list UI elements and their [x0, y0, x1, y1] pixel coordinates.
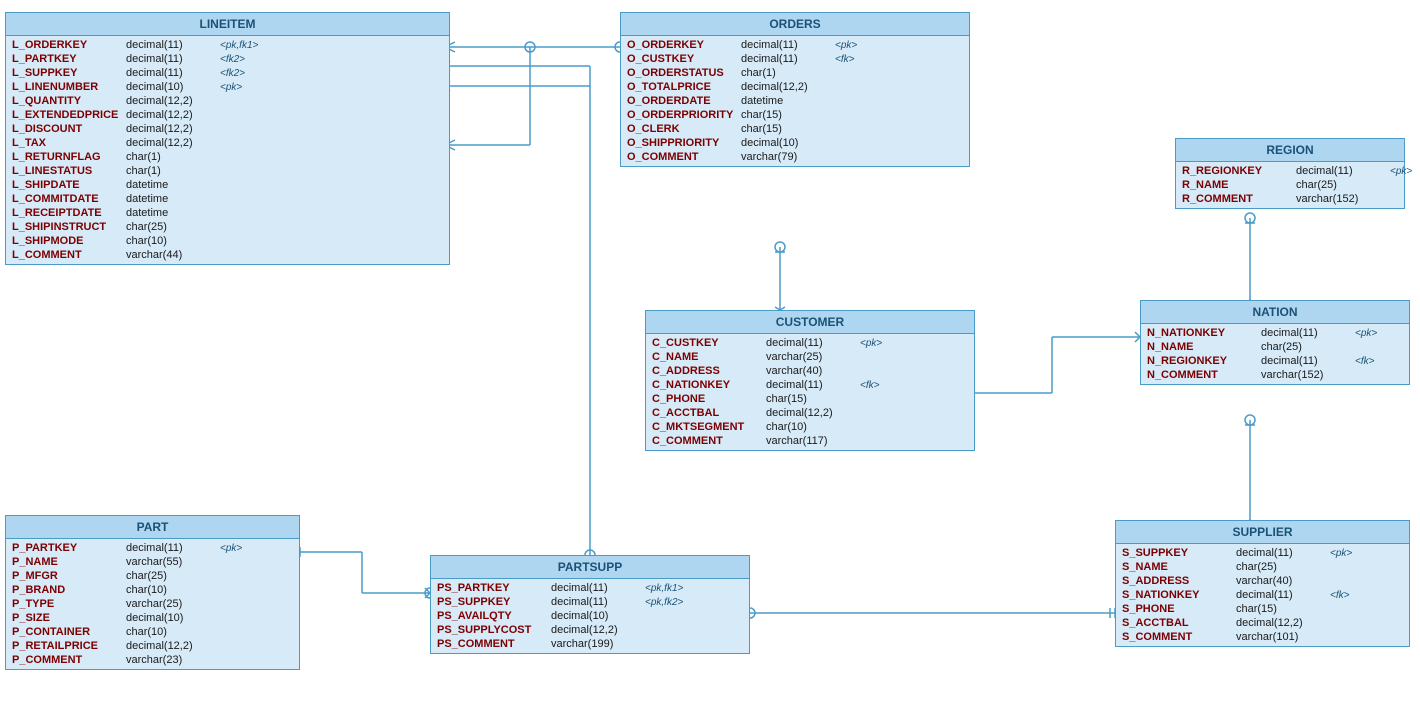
table-row: P_NAMEvarchar(55) [6, 555, 299, 569]
table-row: L_LINESTATUSchar(1) [6, 164, 449, 178]
table-row: O_CLERKchar(15) [621, 122, 969, 136]
nation-title: NATION [1141, 301, 1409, 324]
supplier-body: S_SUPPKEYdecimal(11)<pk> S_NAMEchar(25) … [1116, 544, 1409, 646]
nation-table: NATION N_NATIONKEYdecimal(11)<pk> N_NAME… [1140, 300, 1410, 385]
table-row: S_COMMENTvarchar(101) [1116, 630, 1409, 644]
customer-title: CUSTOMER [646, 311, 974, 334]
table-row: L_SHIPINSTRUCTchar(25) [6, 220, 449, 234]
table-row: P_CONTAINERchar(10) [6, 625, 299, 639]
table-row: P_TYPEvarchar(25) [6, 597, 299, 611]
region-title: REGION [1176, 139, 1404, 162]
table-row: P_MFGRchar(25) [6, 569, 299, 583]
table-row: L_ORDERKEYdecimal(11)<pk,fk1> [6, 38, 449, 52]
table-row: L_QUANTITYdecimal(12,2) [6, 94, 449, 108]
supplier-title: SUPPLIER [1116, 521, 1409, 544]
partsupp-table: PARTSUPP PS_PARTKEYdecimal(11)<pk,fk1> P… [430, 555, 750, 654]
table-row: L_TAXdecimal(12,2) [6, 136, 449, 150]
table-row: O_ORDERKEYdecimal(11)<pk> [621, 38, 969, 52]
lineitem-table: LINEITEM L_ORDERKEYdecimal(11)<pk,fk1> L… [5, 12, 450, 265]
table-row: P_PARTKEYdecimal(11)<pk> [6, 541, 299, 555]
table-row: P_SIZEdecimal(10) [6, 611, 299, 625]
table-row: S_ACCTBALdecimal(12,2) [1116, 616, 1409, 630]
table-row: PS_PARTKEYdecimal(11)<pk,fk1> [431, 581, 749, 595]
table-row: L_RECEIPTDATEdatetime [6, 206, 449, 220]
table-row: L_RETURNFLAGchar(1) [6, 150, 449, 164]
table-row: C_CUSTKEYdecimal(11)<pk> [646, 336, 974, 350]
orders-table: ORDERS O_ORDERKEYdecimal(11)<pk> O_CUSTK… [620, 12, 970, 167]
table-row: P_RETAILPRICEdecimal(12,2) [6, 639, 299, 653]
table-row: C_ADDRESSvarchar(40) [646, 364, 974, 378]
part-body: P_PARTKEYdecimal(11)<pk> P_NAMEvarchar(5… [6, 539, 299, 669]
table-row: L_COMMENTvarchar(44) [6, 248, 449, 262]
table-row: O_SHIPPRIORITYdecimal(10) [621, 136, 969, 150]
table-row: L_LINENUMBERdecimal(10)<pk> [6, 80, 449, 94]
partsupp-body: PS_PARTKEYdecimal(11)<pk,fk1> PS_SUPPKEY… [431, 579, 749, 653]
supplier-table: SUPPLIER S_SUPPKEYdecimal(11)<pk> S_NAME… [1115, 520, 1410, 647]
table-row: L_DISCOUNTdecimal(12,2) [6, 122, 449, 136]
table-row: N_NATIONKEYdecimal(11)<pk> [1141, 326, 1409, 340]
table-row: L_SHIPDATEdatetime [6, 178, 449, 192]
table-row: C_COMMENTvarchar(117) [646, 434, 974, 448]
lineitem-title: LINEITEM [6, 13, 449, 36]
table-row: O_TOTALPRICEdecimal(12,2) [621, 80, 969, 94]
customer-body: C_CUSTKEYdecimal(11)<pk> C_NAMEvarchar(2… [646, 334, 974, 450]
table-row: S_PHONEchar(15) [1116, 602, 1409, 616]
part-title: PART [6, 516, 299, 539]
table-row: C_PHONEchar(15) [646, 392, 974, 406]
table-row: N_COMMENTvarchar(152) [1141, 368, 1409, 382]
table-row: N_NAMEchar(25) [1141, 340, 1409, 354]
table-row: R_COMMENTvarchar(152) [1176, 192, 1404, 206]
table-row: C_NATIONKEYdecimal(11)<fk> [646, 378, 974, 392]
table-row: L_SHIPMODEchar(10) [6, 234, 449, 248]
table-row: PS_COMMENTvarchar(199) [431, 637, 749, 651]
table-row: P_COMMENTvarchar(23) [6, 653, 299, 667]
table-row: S_NATIONKEYdecimal(11)<fk> [1116, 588, 1409, 602]
orders-title: ORDERS [621, 13, 969, 36]
table-row: C_ACCTBALdecimal(12,2) [646, 406, 974, 420]
table-row: L_SUPPKEYdecimal(11)<fk2> [6, 66, 449, 80]
table-row: O_COMMENTvarchar(79) [621, 150, 969, 164]
customer-table: CUSTOMER C_CUSTKEYdecimal(11)<pk> C_NAME… [645, 310, 975, 451]
table-row: S_ADDRESSvarchar(40) [1116, 574, 1409, 588]
table-row: PS_AVAILQTYdecimal(10) [431, 609, 749, 623]
table-row: O_ORDERDATEdatetime [621, 94, 969, 108]
table-row: C_MKTSEGMENTchar(10) [646, 420, 974, 434]
partsupp-title: PARTSUPP [431, 556, 749, 579]
table-row: L_EXTENDEDPRICEdecimal(12,2) [6, 108, 449, 122]
lineitem-body: L_ORDERKEYdecimal(11)<pk,fk1> L_PARTKEYd… [6, 36, 449, 264]
orders-body: O_ORDERKEYdecimal(11)<pk> O_CUSTKEYdecim… [621, 36, 969, 166]
table-row: L_PARTKEYdecimal(11)<fk2> [6, 52, 449, 66]
region-table: REGION R_REGIONKEYdecimal(11)<pk> R_NAME… [1175, 138, 1405, 209]
table-row: O_CUSTKEYdecimal(11)<fk> [621, 52, 969, 66]
table-row: O_ORDERSTATUSchar(1) [621, 66, 969, 80]
part-table: PART P_PARTKEYdecimal(11)<pk> P_NAMEvarc… [5, 515, 300, 670]
table-row: PS_SUPPLYCOSTdecimal(12,2) [431, 623, 749, 637]
table-row: C_NAMEvarchar(25) [646, 350, 974, 364]
nation-body: N_NATIONKEYdecimal(11)<pk> N_NAMEchar(25… [1141, 324, 1409, 384]
table-row: N_REGIONKEYdecimal(11)<fk> [1141, 354, 1409, 368]
table-row: PS_SUPPKEYdecimal(11)<pk,fk2> [431, 595, 749, 609]
table-row: S_SUPPKEYdecimal(11)<pk> [1116, 546, 1409, 560]
table-row: O_ORDERPRIORITYchar(15) [621, 108, 969, 122]
table-row: S_NAMEchar(25) [1116, 560, 1409, 574]
table-row: R_REGIONKEYdecimal(11)<pk> [1176, 164, 1404, 178]
table-row: R_NAMEchar(25) [1176, 178, 1404, 192]
region-body: R_REGIONKEYdecimal(11)<pk> R_NAMEchar(25… [1176, 162, 1404, 208]
table-row: L_COMMITDATEdatetime [6, 192, 449, 206]
table-row: P_BRANDchar(10) [6, 583, 299, 597]
